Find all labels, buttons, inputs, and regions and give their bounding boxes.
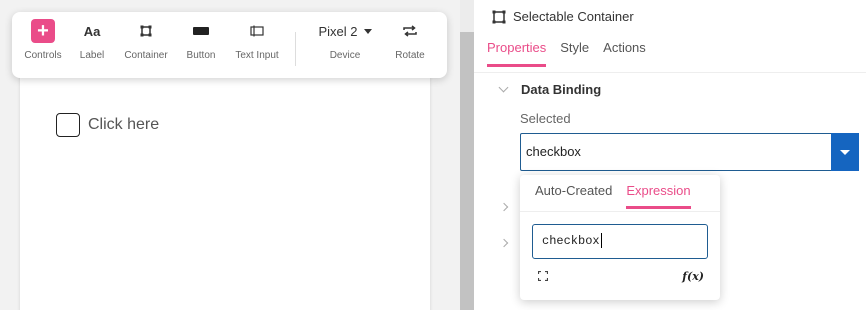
toolbar-button[interactable]: Button [184, 12, 218, 78]
toolbar-label: Text Input [235, 50, 279, 61]
device-preview: Click here [20, 60, 430, 310]
selected-dropdown-button[interactable] [831, 133, 859, 171]
toolbar-label: Device [329, 50, 361, 61]
toolbar-rotate[interactable]: Rotate [392, 12, 428, 78]
toolbar: + Controls Aa Label Container Button Tex… [12, 12, 447, 78]
toolbar-label: Controls [24, 50, 62, 61]
toolbar-container[interactable]: Container [122, 12, 170, 78]
plus-icon: + [31, 19, 55, 43]
section-title: Data Binding [521, 82, 602, 97]
tabs-divider [474, 72, 866, 73]
toolbar-label: Button [186, 50, 216, 61]
text-input-icon [250, 25, 264, 37]
container-icon [492, 10, 506, 23]
expression-value: checkbox [542, 234, 600, 248]
popover-tabs: Auto-Created Expression [535, 183, 705, 209]
panel-tabs: Properties Style Actions [487, 40, 660, 67]
binding-popover: Auto-Created Expression checkbox f(x) [520, 175, 720, 300]
chevron-down-icon [498, 82, 509, 93]
rotate-icon [403, 25, 417, 37]
toolbar-label: Label [79, 50, 105, 61]
device-select[interactable]: Pixel 2 Device [312, 12, 378, 78]
text-cursor [600, 233, 602, 249]
chevron-right-icon[interactable] [499, 238, 509, 248]
device-value: Pixel 2 [318, 23, 358, 39]
panel-title: Selectable Container [513, 9, 634, 24]
expand-icon[interactable] [538, 271, 548, 281]
selected-field-label: Selected [520, 111, 571, 126]
toolbar-divider [295, 32, 296, 66]
tab-properties[interactable]: Properties [487, 40, 547, 67]
section-data-binding[interactable]: Data Binding [498, 82, 602, 97]
chevron-right-icon[interactable] [499, 202, 509, 212]
panel-header: Selectable Container [492, 9, 634, 24]
checkbox-box[interactable] [56, 113, 80, 137]
tab-auto-created[interactable]: Auto-Created [535, 183, 612, 209]
toolbar-text-input[interactable]: Text Input [232, 12, 282, 78]
selected-input[interactable]: checkbox [520, 133, 833, 171]
container-icon [140, 25, 152, 37]
popover-divider [520, 211, 720, 212]
toolbar-label: Rotate [395, 50, 425, 61]
function-icon[interactable]: f(x) [682, 270, 704, 283]
toolbar-label-tool[interactable]: Aa Label [76, 12, 108, 78]
checkbox-label: Click here [88, 116, 160, 133]
checkbox-widget[interactable]: Click here [56, 113, 159, 137]
toolbar-controls[interactable]: + Controls [22, 12, 64, 78]
tab-expression[interactable]: Expression [626, 183, 691, 209]
label-icon: Aa [83, 23, 101, 39]
toolbar-label: Container [124, 50, 168, 61]
expression-input[interactable]: checkbox [532, 224, 708, 259]
chevron-down-icon [363, 28, 372, 34]
scrollbar-thumb[interactable] [460, 32, 474, 310]
chevron-down-icon [840, 149, 850, 155]
tab-style[interactable]: Style [560, 40, 589, 67]
tab-actions[interactable]: Actions [603, 40, 646, 67]
button-icon [193, 27, 209, 35]
